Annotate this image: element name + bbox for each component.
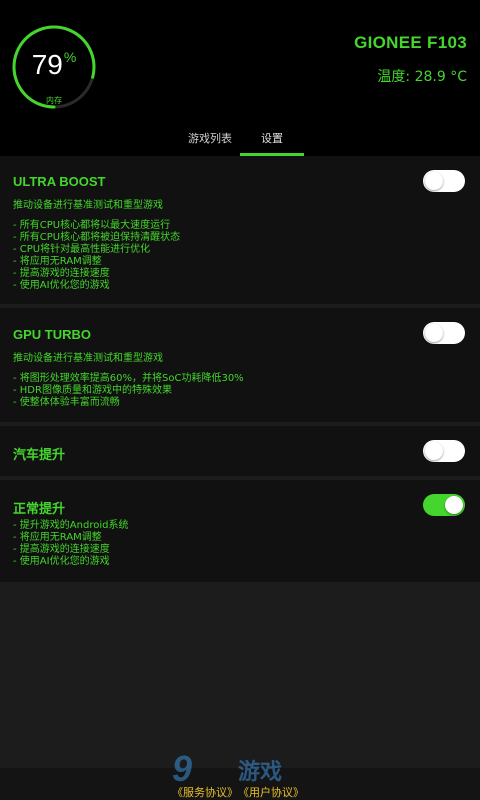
gauge-value: 79%	[10, 49, 98, 81]
setting-card-ultra-boost: ULTRA BOOST 推动设备进行基准测试和重型游戏 - 所有CPU核心都将以…	[0, 156, 480, 304]
watermark-number: 9	[172, 748, 193, 789]
bullet-item: - 所有CPU核心都将以最大速度运行	[13, 220, 171, 231]
setting-title: 正常提升	[13, 501, 66, 516]
memory-gauge: 79% 内存	[10, 23, 98, 111]
bullet-item: - 所有CPU核心都将被迫保持清醒状态	[13, 232, 181, 243]
setting-bullets: - 提升游戏的Android系统 - 将应用无RAM调整 - 提高游戏的连接速度…	[13, 520, 128, 568]
temperature-readout: 温度: 28.9 °C	[377, 69, 467, 85]
bullet-item: - HDR图像质量和游戏中的特殊效果	[13, 385, 172, 396]
bullet-item: - 使整体体验丰富而流畅	[13, 397, 120, 408]
setting-bullets: - 所有CPU核心都将以最大速度运行 - 所有CPU核心都将被迫保持清醒状态 -…	[13, 220, 180, 292]
toggle-knob	[425, 324, 443, 342]
tab-bar: 游戏列表 设置	[0, 120, 480, 156]
gauge-unit: %	[63, 49, 77, 65]
device-name: GIONEE F103	[354, 33, 467, 52]
header: 79% 内存 GIONEE F103 温度: 28.9 °C	[0, 0, 480, 118]
setting-title: 汽车提升	[13, 447, 66, 462]
bullet-item: - CPU将针对最高性能进行优化	[13, 244, 151, 255]
car-boost-toggle[interactable]	[423, 440, 465, 462]
ultra-boost-toggle[interactable]	[423, 170, 465, 192]
setting-card-normal-boost: 正常提升 - 提升游戏的Android系统 - 将应用无RAM调整 - 提高游戏…	[0, 480, 480, 582]
setting-description: 推动设备进行基准测试和重型游戏	[13, 200, 163, 211]
gauge-label: 内存	[46, 96, 62, 105]
bullet-item: - 提高游戏的连接速度	[13, 268, 110, 279]
toggle-knob	[445, 496, 463, 514]
toggle-knob	[425, 172, 443, 190]
gauge-number: 79	[31, 49, 63, 80]
bullet-item: - 将图形处理效率提高60%，并将SoC功耗降低30%	[13, 373, 244, 384]
watermark-logo: 9 游戏	[172, 748, 312, 789]
bullet-item: - 提升游戏的Android系统	[13, 520, 129, 531]
settings-list: ULTRA BOOST 推动设备进行基准测试和重型游戏 - 所有CPU核心都将以…	[0, 156, 480, 768]
setting-card-gpu-turbo: GPU TURBO 推动设备进行基准测试和重型游戏 - 将图形处理效率提高60%…	[0, 308, 480, 422]
tab-game-list[interactable]: 游戏列表	[170, 130, 250, 146]
setting-title: ULTRA BOOST	[13, 174, 106, 189]
tab-settings[interactable]: 设置	[240, 130, 304, 146]
normal-boost-toggle[interactable]	[423, 494, 465, 516]
toggle-knob	[425, 442, 443, 460]
bullet-item: - 将应用无RAM调整	[13, 532, 102, 543]
setting-bullets: - 将图形处理效率提高60%，并将SoC功耗降低30% - HDR图像质量和游戏…	[13, 373, 244, 409]
setting-title: GPU TURBO	[13, 327, 91, 342]
bullet-item: - 提高游戏的连接速度	[13, 544, 110, 555]
bullet-item: - 使用AI优化您的游戏	[13, 280, 110, 291]
bullet-item: - 将应用无RAM调整	[13, 256, 102, 267]
watermark-text: 游戏	[238, 760, 283, 785]
setting-description: 推动设备进行基准测试和重型游戏	[13, 353, 163, 364]
gpu-turbo-toggle[interactable]	[423, 322, 465, 344]
bullet-item: - 使用AI优化您的游戏	[13, 556, 110, 567]
setting-card-car-boost: 汽车提升	[0, 426, 480, 476]
